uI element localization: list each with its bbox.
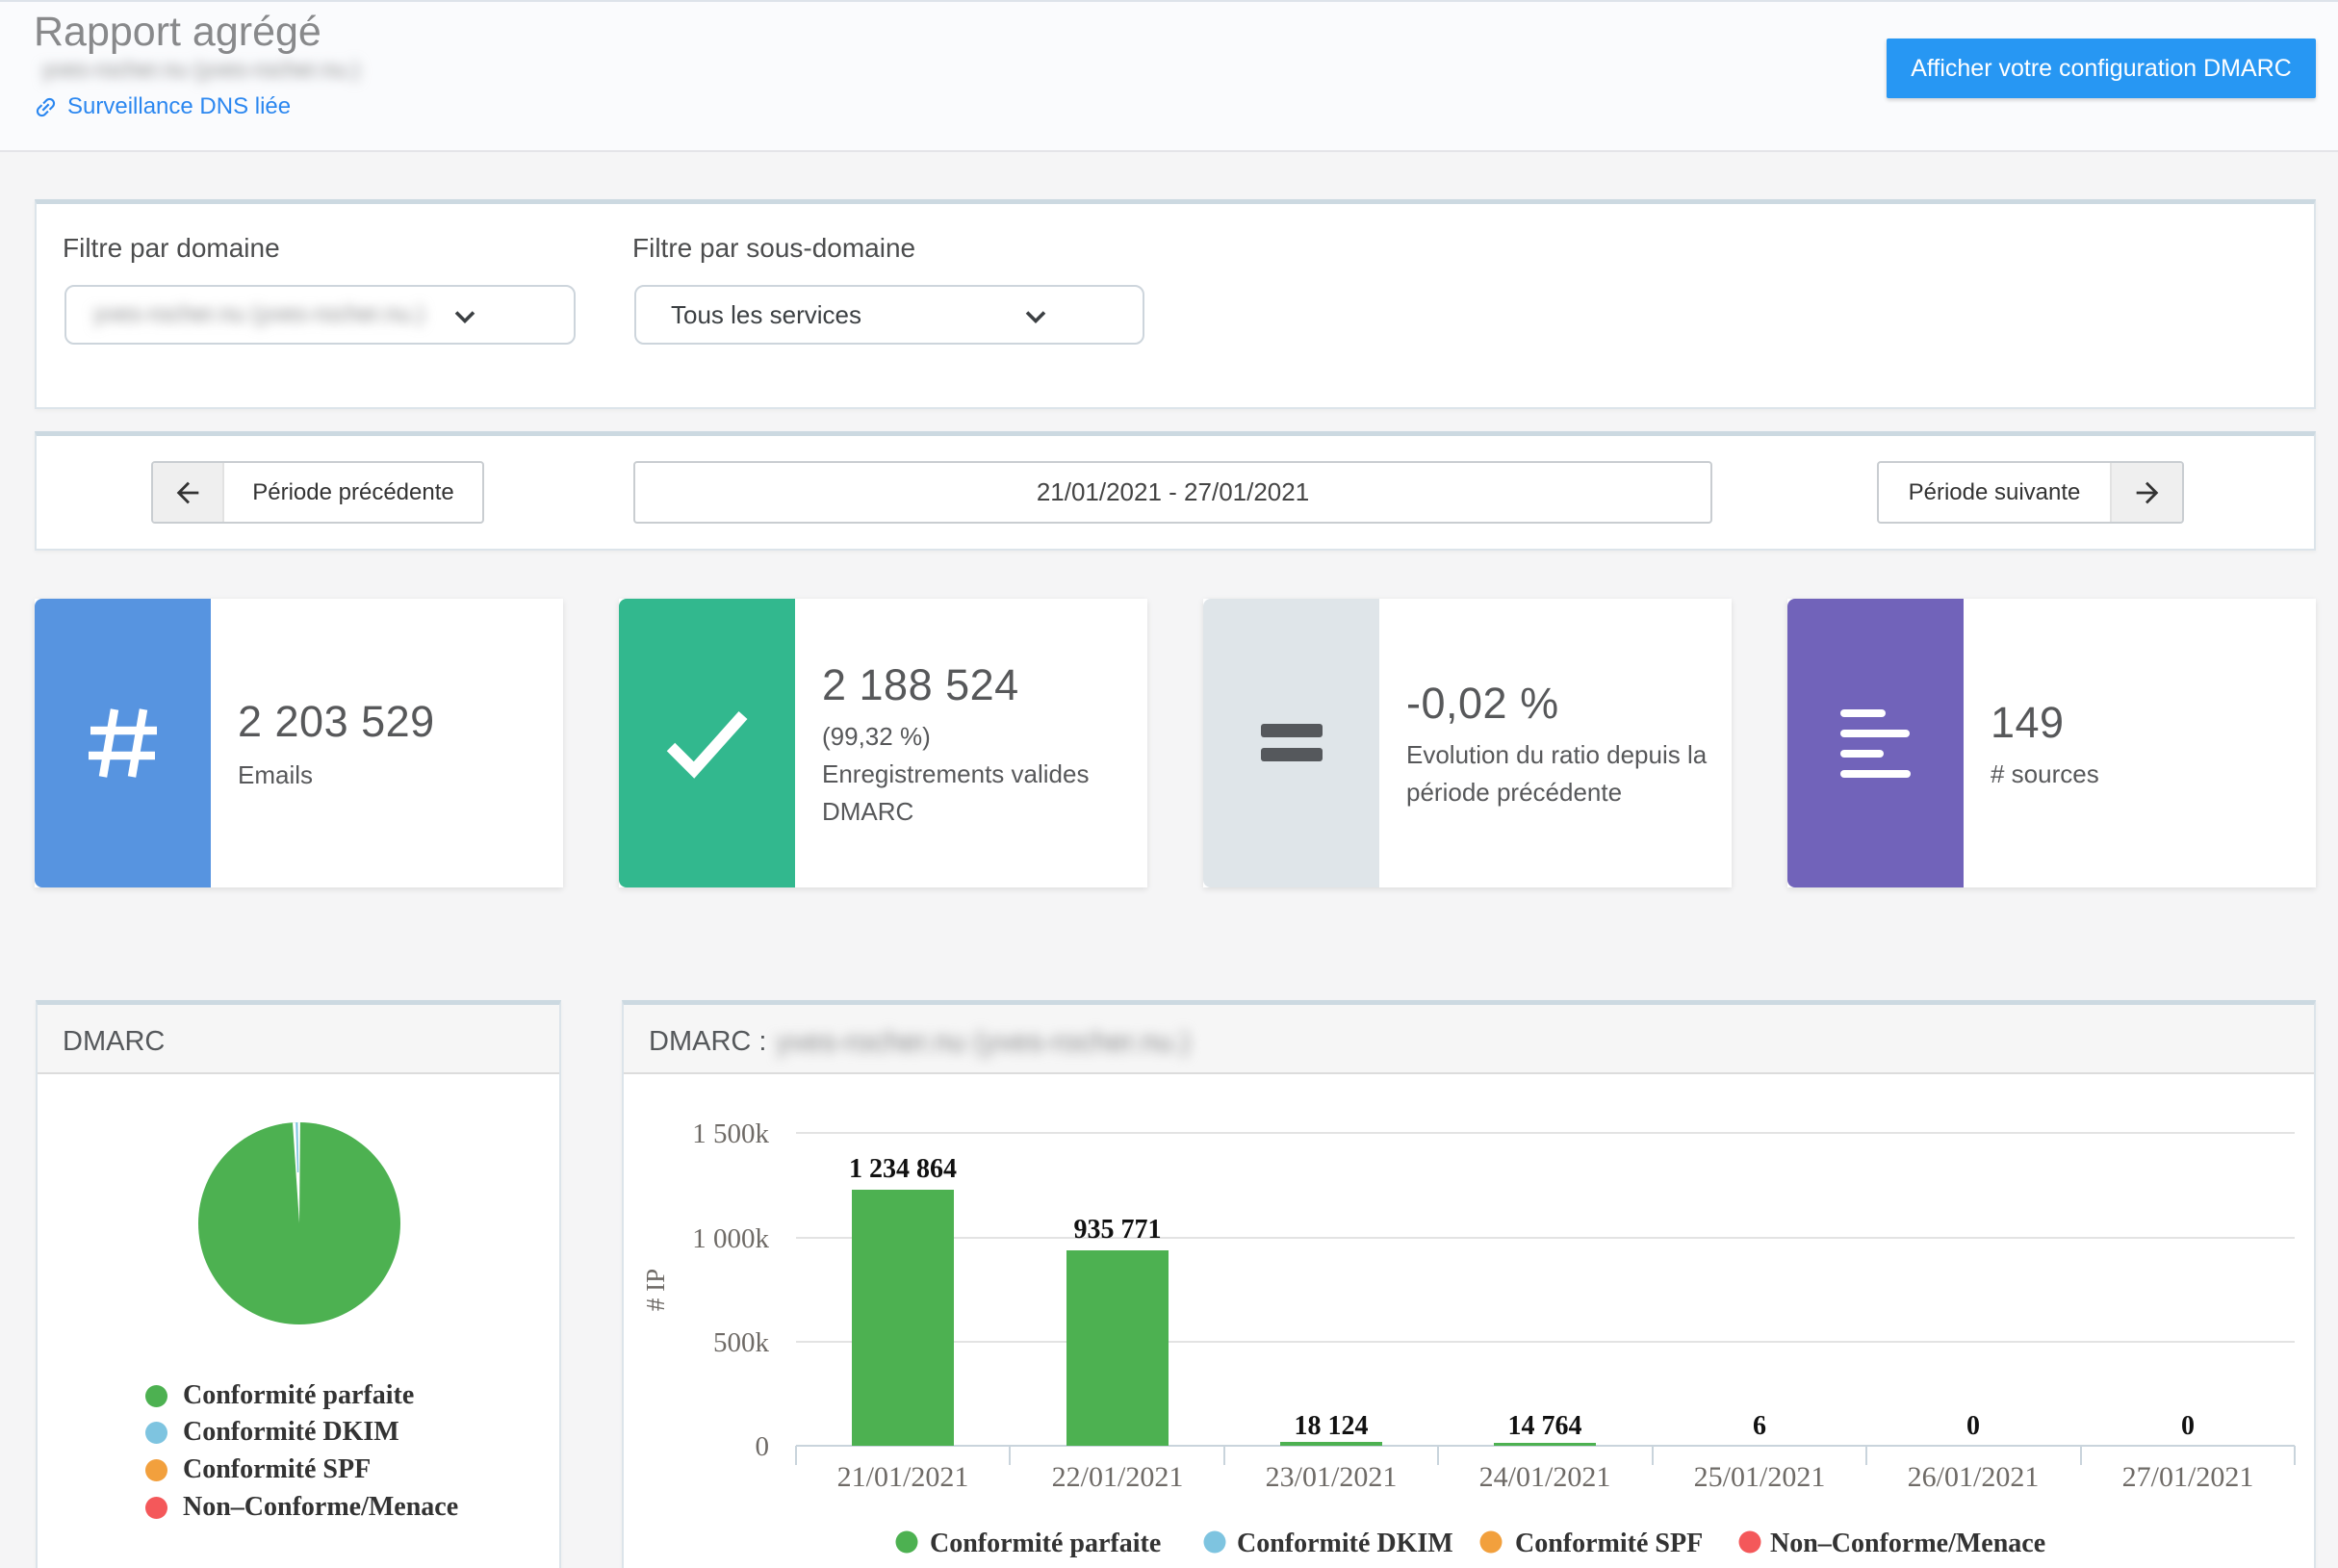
svg-text:Non–Conforme/Menace: Non–Conforme/Menace (1770, 1529, 2045, 1558)
svg-text:1 500k: 1 500k (692, 1118, 769, 1149)
svg-text:Conformité SPF: Conformité SPF (1515, 1529, 1703, 1558)
svg-text:Conformité parfaite: Conformité parfaite (930, 1529, 1161, 1558)
svg-text:935 771: 935 771 (1074, 1215, 1162, 1245)
svg-text:27/01/2021: 27/01/2021 (2122, 1461, 2254, 1493)
svg-text:1 000k: 1 000k (692, 1223, 769, 1254)
svg-text:1 234 864: 1 234 864 (849, 1154, 957, 1184)
svg-text:500k: 500k (713, 1327, 770, 1358)
svg-text:0: 0 (2181, 1411, 2195, 1441)
svg-text:0: 0 (1966, 1411, 1980, 1441)
svg-text:18 124: 18 124 (1295, 1411, 1369, 1441)
svg-text:14 764: 14 764 (1508, 1411, 1582, 1441)
svg-text:# IP: # IP (641, 1269, 670, 1311)
svg-text:25/01/2021: 25/01/2021 (1694, 1461, 1826, 1493)
svg-text:21/01/2021: 21/01/2021 (837, 1461, 969, 1493)
svg-text:23/01/2021: 23/01/2021 (1266, 1461, 1398, 1493)
svg-text:Conformité DKIM: Conformité DKIM (1237, 1529, 1453, 1558)
svg-text:24/01/2021: 24/01/2021 (1479, 1461, 1611, 1493)
svg-text:26/01/2021: 26/01/2021 (1908, 1461, 2040, 1493)
svg-text:22/01/2021: 22/01/2021 (1052, 1461, 1184, 1493)
svg-text:6: 6 (1753, 1411, 1766, 1441)
svg-text:0: 0 (756, 1431, 770, 1462)
